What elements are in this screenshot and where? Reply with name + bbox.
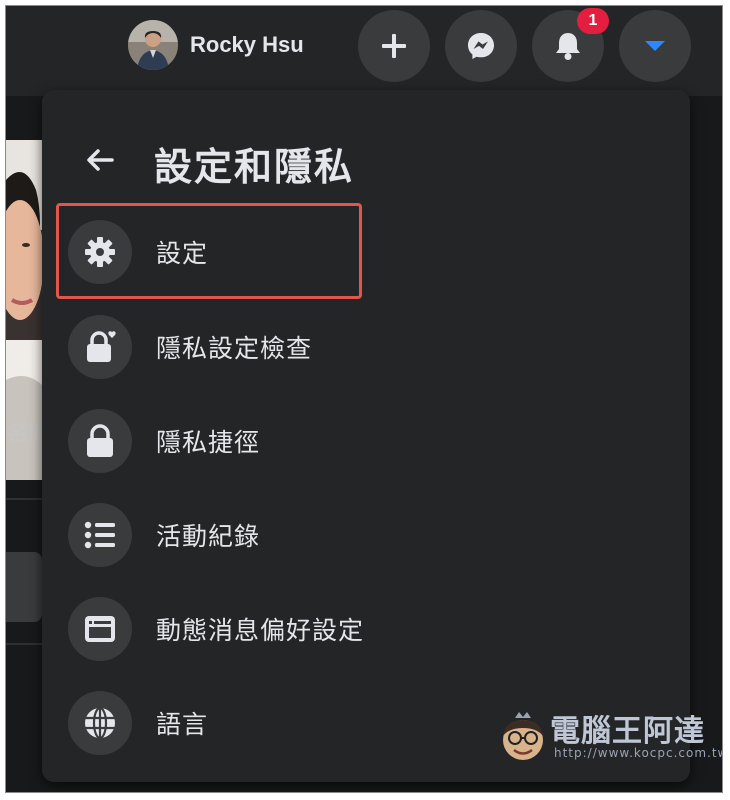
avatar <box>128 20 178 70</box>
lock-heart-icon <box>87 331 116 362</box>
menu-item-label: 活動紀錄 <box>156 522 261 551</box>
gear-icon <box>85 237 115 267</box>
globe-icon <box>85 706 115 740</box>
menu-icon-container <box>68 315 132 379</box>
feed-card[interactable] <box>6 552 42 622</box>
menu-icon-container <box>68 409 132 473</box>
lock-icon <box>87 424 113 457</box>
menu-item-privacy-shortcuts[interactable]: 隱私捷徑 <box>54 401 678 481</box>
menu-icon-container <box>68 597 132 661</box>
menu-icon-container <box>68 691 132 755</box>
messenger-icon <box>468 33 494 59</box>
list-icon <box>84 521 115 549</box>
menu-item-label: 隱私設定檢查 <box>156 334 313 363</box>
watermark-url: http://www.kocpc.com.tw <box>554 746 723 760</box>
top-bar: Rocky Hsu 1 <box>6 6 722 96</box>
background-feed: 名問 <box>6 98 50 792</box>
settings-privacy-menu: 設定和隱私 設定 隱私設定檢查 隱私捷徑 活動紀錄 動態消息偏好設定 語言 <box>42 90 690 782</box>
plus-icon <box>382 34 406 58</box>
menu-item-activity-log[interactable]: 活動紀錄 <box>54 495 678 575</box>
screenshot-frame: Rocky Hsu 1 名問 設定和隱私 設定 隱私設定檢查 隱私捷徑 活動紀錄… <box>5 5 723 793</box>
menu-item-news-feed-preferences[interactable]: 動態消息偏好設定 <box>54 589 678 669</box>
watermark: 電腦王阿達 http://www.kocpc.com.tw <box>498 706 723 770</box>
create-button[interactable] <box>358 10 430 82</box>
menu-item-label: 隱私捷徑 <box>156 428 261 457</box>
back-button[interactable] <box>80 140 120 180</box>
menu-item-label: 設定 <box>156 239 209 268</box>
menu-item-label: 語言 <box>156 710 209 739</box>
divider <box>6 498 42 500</box>
notifications-button[interactable]: 1 <box>532 8 609 82</box>
menu-item-label: 動態消息偏好設定 <box>156 616 365 645</box>
notification-badge: 1 <box>577 8 609 34</box>
bell-icon <box>556 33 580 60</box>
account-menu-button[interactable] <box>619 10 691 82</box>
divider <box>6 643 42 645</box>
arrow-left-icon <box>87 149 114 171</box>
menu-icon-container <box>68 503 132 567</box>
profile-name: Rocky Hsu <box>190 32 304 57</box>
mascot-logo <box>503 712 543 760</box>
menu-header: 設定和隱私 <box>42 130 690 190</box>
messenger-button[interactable] <box>445 10 517 82</box>
news-feed-icon <box>85 616 115 642</box>
menu-item-settings[interactable]: 設定 <box>54 212 678 292</box>
menu-title: 設定和隱私 <box>154 145 355 189</box>
menu-item-privacy-checkup[interactable]: 隱私設定檢查 <box>54 307 678 387</box>
profile-chip[interactable]: Rocky Hsu <box>128 19 304 71</box>
watermark-title: 電腦王阿達 <box>550 714 705 749</box>
caret-down-icon <box>645 41 665 51</box>
menu-icon-container <box>68 220 132 284</box>
